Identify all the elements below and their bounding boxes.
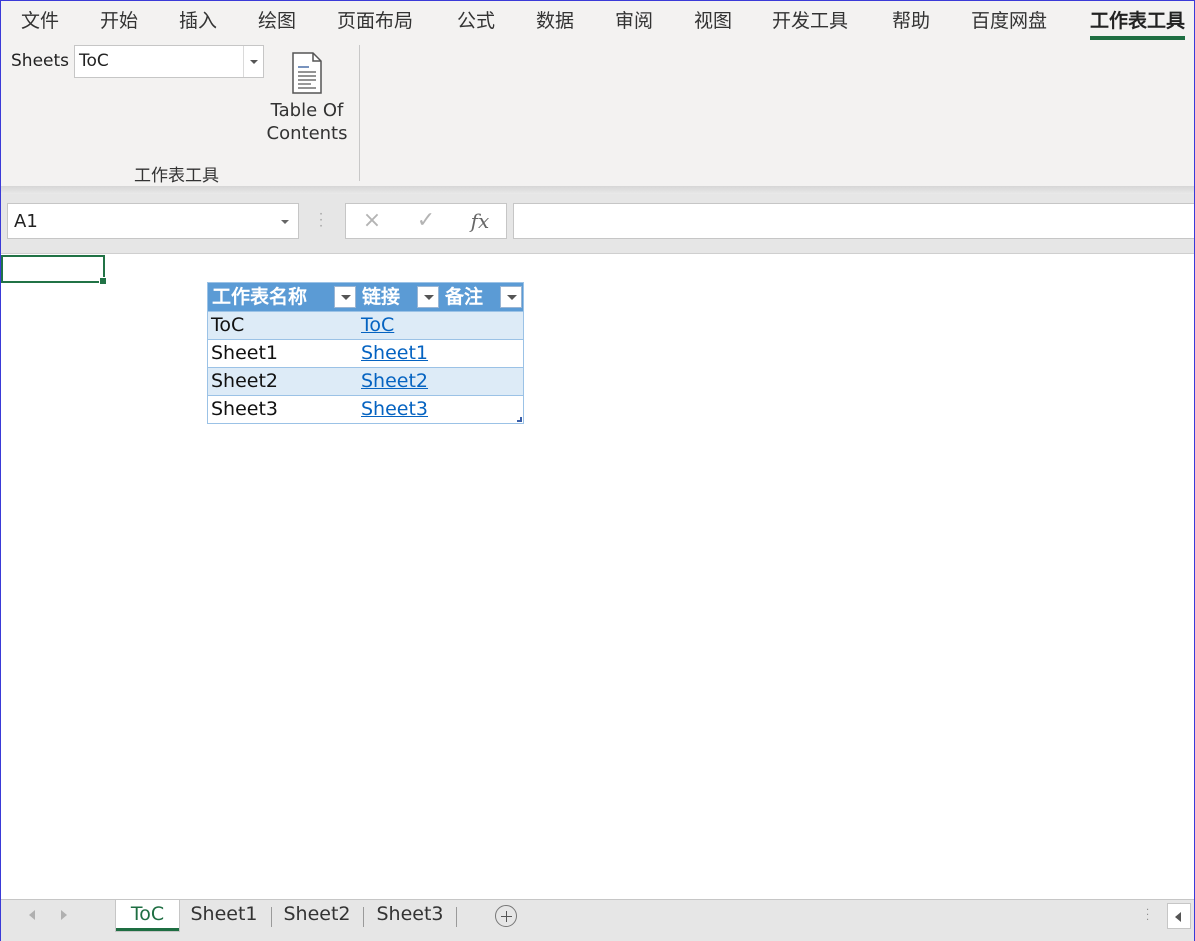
cell-note[interactable] [441,340,444,367]
table-row: Sheet1 Sheet1 [208,339,523,367]
formula-buttons: × ✓ fx [345,203,507,239]
tab-home[interactable]: 开始 [100,6,138,33]
tab-help[interactable]: 帮助 [892,6,930,33]
toc-table: 工作表名称 链接 备注 ToC ToC Sheet1 Sheet1 Sheet2… [207,282,524,424]
cancel-icon[interactable]: × [352,207,392,235]
sheets-label: Sheets [11,51,70,71]
tab-divider [271,907,272,927]
sheets-dropdown-value: ToC [79,51,109,71]
filter-dropdown-icon[interactable] [500,286,522,308]
tab-review[interactable]: 审阅 [615,6,653,33]
header-link: 链接 [362,286,401,308]
insert-function-icon[interactable]: fx [460,207,500,235]
ribbon-tab-bar: 文件 开始 插入 绘图 页面布局 公式 数据 审阅 视图 开发工具 帮助 百度网… [1,1,1194,41]
cell-note[interactable] [441,368,444,395]
sheet-tab-bar: ToC Sheet1 Sheet2 Sheet3 · · · [1,899,1194,933]
worksheet-grid[interactable]: 工作表名称 链接 备注 ToC ToC Sheet1 Sheet1 Sheet2… [1,255,1194,899]
ribbon-panel: Sheets ToC Table Of Contents 工作表工具 [1,41,1194,186]
sheet-tab-sheet3[interactable]: Sheet3 [367,900,453,931]
cell-link[interactable]: Sheet3 [358,396,428,423]
formula-bar: A1 · · · × ✓ fx [1,194,1194,254]
add-sheet-icon[interactable] [495,905,517,927]
horizontal-scroll-left-icon[interactable] [1167,903,1191,929]
tab-file[interactable]: 文件 [21,6,59,33]
splitter-grip-icon[interactable]: · · · [1146,906,1149,926]
formula-input[interactable] [513,203,1194,239]
table-row: Sheet3 Sheet3 [208,395,523,423]
tab-draw[interactable]: 绘图 [258,6,296,33]
tab-sheet-tools[interactable]: 工作表工具 [1090,6,1186,40]
sheet-tab-sheet2[interactable]: Sheet2 [274,900,360,931]
table-of-contents-label: Table Of Contents [266,100,348,144]
sheets-dropdown[interactable]: ToC [74,45,264,78]
tab-baidu-netdisk[interactable]: 百度网盘 [971,6,1047,33]
tab-view[interactable]: 视图 [694,6,732,33]
cell-link[interactable]: Sheet1 [358,340,428,367]
tab-formulas[interactable]: 公式 [457,6,495,33]
scroll-left-icon[interactable] [29,910,35,920]
tab-insert[interactable]: 插入 [179,6,217,33]
table-row: Sheet2 Sheet2 [208,367,523,395]
tab-developer[interactable]: 开发工具 [772,6,848,33]
cell-link[interactable]: ToC [358,312,394,339]
table-row: ToC ToC [208,311,523,339]
tab-divider [456,907,457,927]
table-header-row: 工作表名称 链接 备注 [208,283,523,311]
sheet-tab-sheet1[interactable]: Sheet1 [181,900,267,931]
sheet-tab-toc[interactable]: ToC [116,900,179,931]
document-icon [292,52,322,94]
status-bar [1,933,1194,941]
chevron-down-icon[interactable] [243,46,263,77]
header-sheet-name: 工作表名称 [212,286,308,308]
scroll-right-icon[interactable] [61,910,67,920]
ribbon-group-label: 工作表工具 [134,166,219,186]
tab-page-layout[interactable]: 页面布局 [337,6,413,33]
name-box[interactable]: A1 [7,203,299,239]
name-box-value: A1 [14,211,38,232]
header-note: 备注 [445,286,484,308]
ribbon-group-divider [359,45,360,181]
cell-link[interactable]: Sheet2 [358,368,428,395]
cell-sheet-name[interactable]: Sheet1 [208,340,278,367]
formula-bar-grip-icon[interactable]: · · · [319,208,323,232]
cell-note[interactable] [441,312,444,339]
tab-divider [363,907,364,927]
tab-data[interactable]: 数据 [536,6,574,33]
table-resize-handle[interactable] [517,417,522,422]
filter-dropdown-icon[interactable] [417,286,439,308]
table-of-contents-button[interactable]: Table Of Contents [263,49,351,149]
cell-sheet-name[interactable]: Sheet2 [208,368,278,395]
cell-note[interactable] [441,396,444,423]
cell-sheet-name[interactable]: ToC [208,312,244,339]
enter-icon[interactable]: ✓ [406,207,446,235]
cell-sheet-name[interactable]: Sheet3 [208,396,278,423]
filter-dropdown-icon[interactable] [334,286,356,308]
active-cell-a1[interactable] [1,255,107,285]
ribbon-divider [1,186,1194,194]
